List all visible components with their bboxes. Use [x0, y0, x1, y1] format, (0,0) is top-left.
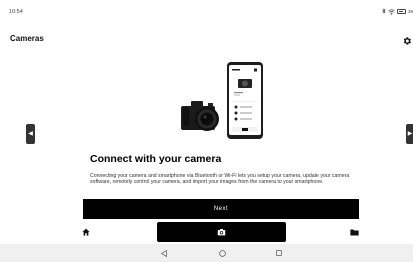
- circle-home-icon: [218, 249, 226, 257]
- bottom-tab-bar: [0, 220, 413, 244]
- previous-page-button[interactable]: ◀: [26, 124, 35, 144]
- next-button[interactable]: Next: [83, 199, 359, 219]
- folder-icon: [349, 229, 359, 235]
- system-recents-button[interactable]: [274, 248, 284, 258]
- next-page-button[interactable]: ▶: [406, 124, 413, 144]
- phone-screen: [229, 65, 261, 135]
- chevron-right-icon: ▶: [407, 131, 413, 137]
- battery-icon: [396, 8, 406, 14]
- settings-button[interactable]: [402, 33, 412, 45]
- square-recent-icon: [276, 250, 282, 256]
- system-navigation-bar: [0, 244, 413, 262]
- gear-icon: [403, 37, 411, 45]
- camera-illustration: [180, 98, 226, 132]
- page-title: Cameras: [10, 34, 44, 43]
- battery-level: 38: [407, 8, 413, 14]
- onboarding-headline: Connect with your camera: [90, 153, 222, 165]
- status-time: 10:54: [9, 9, 23, 15]
- triangle-back-icon: [161, 249, 167, 257]
- tab-home[interactable]: [72, 222, 100, 242]
- chevron-left-icon: ◀: [28, 131, 33, 137]
- wifi-icon: [388, 2, 395, 20]
- hero-illustration: [180, 62, 265, 140]
- tab-files[interactable]: [340, 222, 368, 242]
- status-icons: 38: [382, 7, 413, 15]
- status-bar: 10:54 38: [0, 0, 413, 24]
- smartphone-illustration: [227, 62, 263, 139]
- camera-icon: [217, 229, 226, 236]
- system-back-button[interactable]: [159, 248, 169, 258]
- tab-camera[interactable]: [157, 222, 286, 242]
- onboarding-description: Connecting your camera and smartphone vi…: [90, 173, 350, 186]
- home-icon: [82, 228, 90, 236]
- system-home-button[interactable]: [217, 248, 227, 258]
- bluetooth-icon: [382, 8, 386, 14]
